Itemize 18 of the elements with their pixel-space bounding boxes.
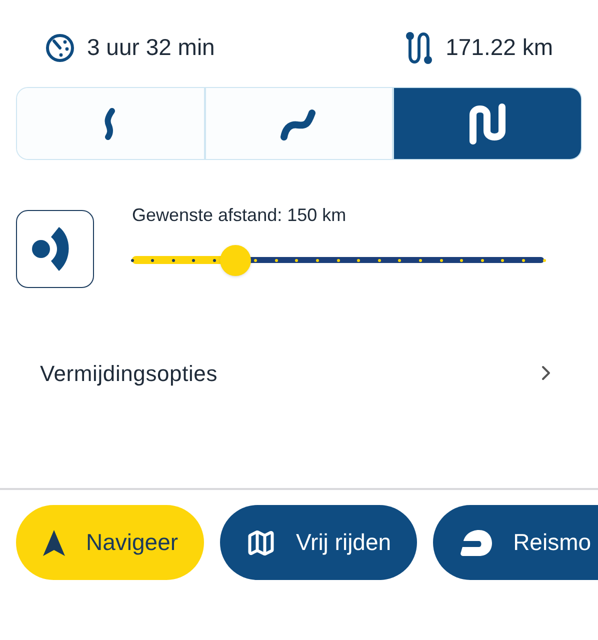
timer-icon [45, 32, 75, 62]
route-icon [404, 30, 434, 64]
route-type-tab[interactable] [392, 88, 581, 159]
distance-slider[interactable] [132, 243, 544, 277]
gentle-curve-icon [103, 108, 118, 140]
avoid-options-row[interactable]: Vermijdingsopties [0, 348, 598, 398]
location-button[interactable] [16, 210, 94, 288]
action-button[interactable]: Vrij rijden [220, 505, 418, 580]
duration-text: 3 uur 32 min [87, 33, 215, 62]
distance-label: Gewenste afstand: 150 km [132, 204, 348, 227]
distance-text: 171.22 km [446, 33, 553, 62]
action-button[interactable]: Navigeer [16, 505, 204, 580]
navigation-arrow-icon [42, 528, 66, 556]
winding-road-icon [468, 102, 508, 144]
route-type-tab[interactable] [204, 88, 392, 159]
map-icon [246, 528, 276, 558]
action-button[interactable]: Reismo [433, 505, 598, 580]
helmet-icon [459, 528, 494, 556]
